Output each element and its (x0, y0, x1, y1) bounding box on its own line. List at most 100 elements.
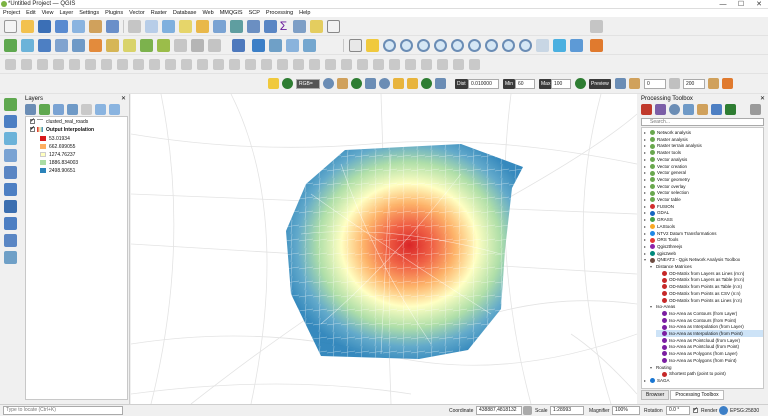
scp-zoom-input-icon[interactable] (282, 78, 293, 89)
filter-expression-icon[interactable] (81, 104, 92, 115)
add-postgis-icon[interactable] (89, 39, 102, 52)
delete-ring-icon[interactable] (261, 59, 272, 70)
move-feature-icon[interactable] (53, 59, 64, 70)
dist-input[interactable]: 0.010000 (468, 79, 499, 89)
add-gpx-icon[interactable] (4, 166, 17, 179)
map-svg[interactable] (131, 94, 637, 404)
db-manager-icon[interactable] (232, 39, 245, 52)
scp-main-icon[interactable] (722, 78, 733, 89)
fill-ring-icon[interactable] (245, 59, 256, 70)
preview-icon[interactable] (575, 78, 586, 89)
add-csv-icon[interactable] (4, 149, 17, 162)
tab-browser[interactable]: Browser (641, 390, 670, 400)
field-b-input[interactable]: 200 (683, 79, 705, 89)
scp-auto-refresh-icon[interactable] (435, 78, 446, 89)
layer-checkbox[interactable] (30, 117, 35, 125)
add-wfs-icon[interactable] (106, 39, 119, 52)
add-vector-side-icon[interactable] (4, 98, 17, 111)
rgb-band-select[interactable]: RGB= (296, 79, 320, 89)
layer-item-interpolation[interactable]: Output Interpolation (30, 125, 94, 134)
new-shapefile-icon[interactable] (123, 39, 136, 52)
open-project-icon[interactable] (21, 20, 34, 33)
map-canvas[interactable] (131, 94, 637, 404)
new-temp-layer-icon[interactable] (157, 39, 170, 52)
python-script-icon[interactable] (711, 104, 722, 115)
delete-part-icon[interactable] (277, 59, 288, 70)
paste-features-icon[interactable] (133, 59, 144, 70)
menu-settings[interactable]: Settings (79, 9, 99, 17)
zoom-next-icon[interactable] (519, 39, 532, 52)
filter-legend-icon[interactable] (67, 104, 78, 115)
collapse-all-icon[interactable] (109, 104, 120, 115)
node-tool-icon[interactable] (69, 59, 80, 70)
new-geopackage-icon[interactable] (140, 39, 153, 52)
layer-item-roads[interactable]: clusted_real_roads (30, 117, 88, 126)
zoom-in-icon[interactable] (383, 39, 396, 52)
add-mesh-icon[interactable] (4, 132, 17, 145)
minimize-button[interactable]: — (714, 0, 732, 9)
visibility-eye-icon[interactable] (53, 104, 64, 115)
coordinate-field[interactable]: 438887,4818132 (476, 406, 522, 415)
menu-web[interactable]: Web (202, 9, 213, 17)
new-3d-view-icon[interactable] (553, 39, 566, 52)
add-mssql-icon[interactable] (4, 217, 17, 230)
layout-manager-icon[interactable] (89, 20, 102, 33)
cut-features-icon[interactable] (101, 59, 112, 70)
maximize-button[interactable]: ☐ (732, 0, 750, 9)
identify-icon[interactable] (162, 20, 175, 33)
add-vector-layer-icon[interactable] (4, 39, 17, 52)
show-hide-label-icon[interactable] (437, 59, 448, 70)
menu-raster[interactable]: Raster (151, 9, 167, 17)
render-checkbox[interactable] (693, 406, 698, 413)
menu-layer[interactable]: Layer (59, 9, 73, 17)
undo-icon[interactable] (149, 59, 160, 70)
add-wms-layer-icon[interactable] (38, 39, 51, 52)
scp-local-cumulative-icon[interactable] (337, 78, 348, 89)
add-raster-side-icon[interactable] (4, 115, 17, 128)
add-wms-side-icon[interactable] (4, 234, 17, 247)
scp-region-growing-icon[interactable] (407, 78, 418, 89)
pan-to-selection-icon[interactable] (366, 39, 379, 52)
zoom-to-layer-icon[interactable] (468, 39, 481, 52)
scp-redo-preview-icon[interactable] (615, 78, 626, 89)
select-features-icon[interactable] (179, 20, 192, 33)
open-attribute-table-icon[interactable] (213, 20, 226, 33)
offset-curve-icon[interactable] (309, 59, 320, 70)
simplify-feature-icon[interactable] (197, 59, 208, 70)
tab-processing-toolbox[interactable]: Processing Toolbox (670, 390, 724, 400)
scripts-icon[interactable] (655, 104, 666, 115)
save-edits-icon[interactable] (269, 39, 282, 52)
toolbox-item[interactable]: ▸ SAGA (644, 377, 763, 384)
layer-checkbox[interactable] (30, 125, 35, 133)
scp-home-icon[interactable] (268, 78, 279, 89)
move-label-icon[interactable] (453, 59, 464, 70)
history-clock-icon[interactable] (669, 104, 680, 115)
close-panel-icon[interactable]: ✕ (121, 94, 126, 104)
results-viewer-icon[interactable] (683, 104, 694, 115)
menu-help[interactable]: Help (299, 9, 310, 17)
rotation-field[interactable]: 0.0 ° (666, 406, 690, 415)
menu-view[interactable]: View (42, 9, 54, 17)
magnifier-field[interactable]: 100% (612, 406, 640, 415)
field-a-input[interactable]: 0 (644, 79, 666, 89)
map-canvas-icon[interactable] (286, 39, 299, 52)
add-spatialite-side-icon[interactable] (4, 183, 17, 196)
zoom-last-icon[interactable] (502, 39, 515, 52)
add-ring-icon[interactable] (213, 59, 224, 70)
measure-line-icon[interactable] (293, 20, 306, 33)
zoom-out-icon[interactable] (400, 39, 413, 52)
scp-zoom-icon[interactable] (323, 78, 334, 89)
scp-show-input-icon[interactable] (351, 78, 362, 89)
vertex-tool-icon[interactable] (191, 39, 204, 52)
label-tool-icon[interactable] (405, 59, 416, 70)
merge-features-icon[interactable] (357, 59, 368, 70)
toolbox-search-input[interactable]: Search... (641, 118, 764, 126)
new-project-icon[interactable] (4, 20, 17, 33)
toggle-extent-icon[interactable] (523, 406, 532, 415)
copy-features-icon[interactable] (117, 59, 128, 70)
rotate-feature-icon[interactable] (181, 59, 192, 70)
text-annotation-icon[interactable] (327, 20, 340, 33)
scp-plugin-icon[interactable] (590, 39, 603, 52)
python-console-icon[interactable] (252, 39, 265, 52)
preview-button[interactable]: Preview (589, 79, 611, 89)
